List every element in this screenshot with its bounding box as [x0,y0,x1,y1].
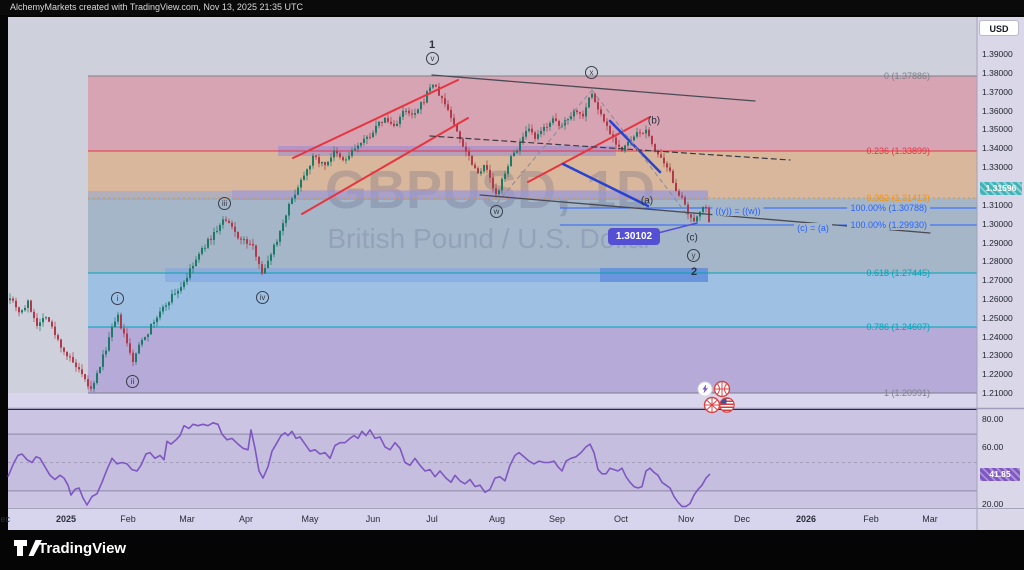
price-callout-label[interactable]: 1.30102 [608,228,660,245]
price-axis[interactable] [977,17,1024,530]
currency-unit-button[interactable]: USD [979,20,1019,36]
rsi-value-axis-label: 41.85 [980,468,1020,481]
main-price-pane[interactable] [8,17,977,408]
rsi-indicator-pane[interactable] [8,410,977,508]
price-alert-axis-label[interactable]: 1.31596 [980,182,1022,195]
tradingview-chart-window: AlchemyMarkets created with TradingView.… [0,0,1024,570]
time-axis[interactable] [8,509,977,530]
tradingview-brand-text[interactable]: TradingView [38,540,126,557]
